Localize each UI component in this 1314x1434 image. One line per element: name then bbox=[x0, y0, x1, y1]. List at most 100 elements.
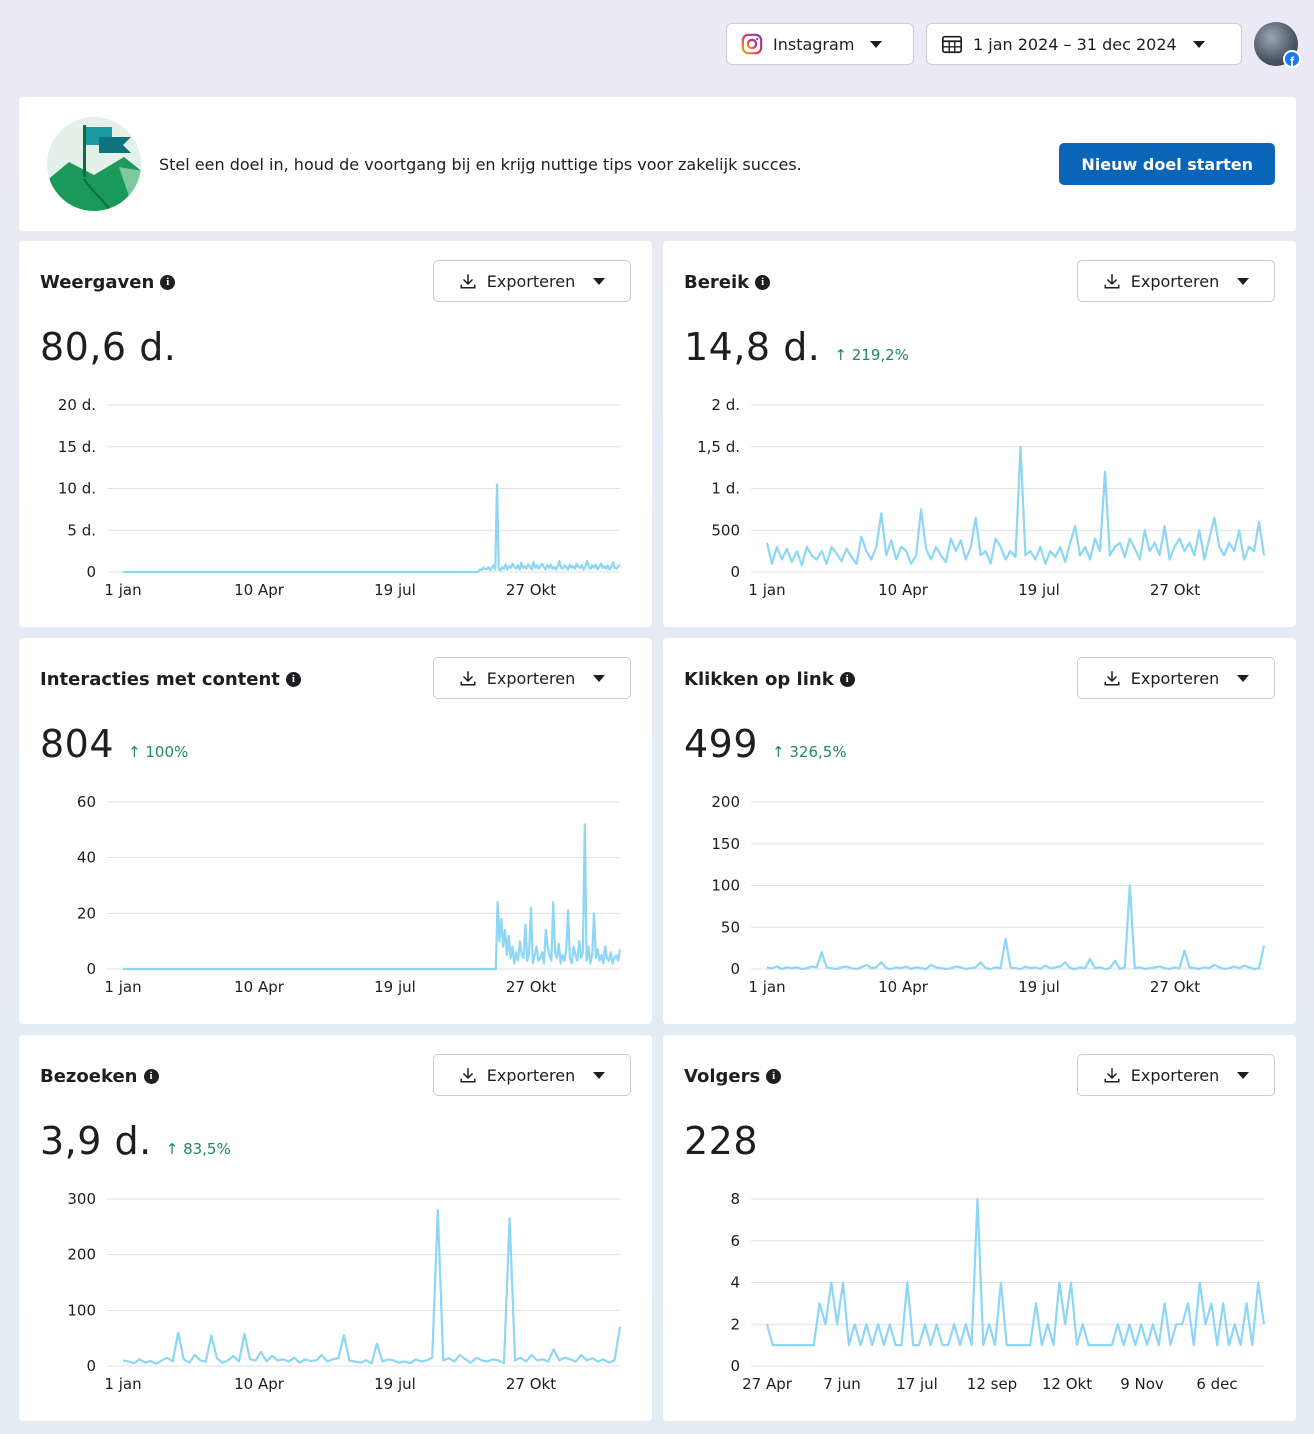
delta-value: 83,5% bbox=[183, 1140, 231, 1158]
y-tick-label: 50 bbox=[721, 918, 740, 936]
line-chart: 0 500 1 d. 1,5 d. 2 d. 1 jan 10 Apr 19 jul 27 Ok… bbox=[697, 396, 1266, 599]
metric: 228 ↑ bbox=[684, 1119, 758, 1163]
metric-value: 804 bbox=[40, 722, 115, 766]
export-button[interactable]: Exporteren bbox=[1077, 1054, 1275, 1096]
series-line bbox=[123, 823, 622, 971]
x-tick-label: 19 jul bbox=[374, 581, 416, 599]
date-range-picker[interactable]: 1 jan 2024 – 31 dec 2024 bbox=[926, 23, 1242, 65]
export-button[interactable]: Exporteren bbox=[433, 260, 631, 302]
goal-banner: Stel een doel in, houd de voortgang bij … bbox=[19, 97, 1296, 231]
metric-value: 499 bbox=[684, 722, 759, 766]
card-title: Bereik i bbox=[684, 272, 771, 293]
x-tick-label: 9 Nov bbox=[1120, 1375, 1164, 1393]
goal-flag-illustration bbox=[39, 117, 149, 211]
info-icon[interactable]: i bbox=[766, 1069, 782, 1084]
export-button[interactable]: Exporteren bbox=[433, 1054, 631, 1096]
x-tick-label: 10 Apr bbox=[878, 978, 929, 996]
chevron-down-icon bbox=[1237, 674, 1250, 682]
chevron-down-icon bbox=[593, 1071, 606, 1079]
x-tick-label: 1 jan bbox=[104, 978, 141, 996]
card-title: Interacties met content i bbox=[40, 669, 301, 690]
x-tick-label: 19 jul bbox=[1018, 581, 1060, 599]
card-title-label: Bereik bbox=[684, 272, 750, 293]
y-tick-label: 300 bbox=[67, 1190, 96, 1208]
series-line bbox=[765, 1197, 1266, 1347]
download-icon bbox=[1104, 274, 1120, 289]
card-title-label: Weergaven bbox=[40, 272, 155, 293]
y-tick-label: 150 bbox=[711, 835, 740, 853]
x-tick-label: 10 Apr bbox=[234, 978, 285, 996]
export-label: Exporteren bbox=[1130, 271, 1220, 291]
y-tick-label: 2 d. bbox=[711, 396, 740, 414]
card-title: Klikken op link i bbox=[684, 669, 855, 690]
export-button[interactable]: Exporteren bbox=[433, 657, 631, 699]
y-tick-label: 20 d. bbox=[58, 396, 96, 414]
card-interacties: Interacties met content i Exporteren 804… bbox=[19, 638, 652, 1024]
metric-value: 80,6 d. bbox=[40, 325, 177, 369]
card-klikken: Klikken op link i Exporteren 499 ↑ 326,5… bbox=[663, 638, 1296, 1024]
line-chart: 0 100 200 300 1 jan 10 Apr 19 jul 27 Okt bbox=[67, 1190, 622, 1393]
export-button[interactable]: Exporteren bbox=[1077, 657, 1275, 699]
x-tick-label: 27 Okt bbox=[506, 1375, 556, 1393]
card-title: Volgers i bbox=[684, 1066, 782, 1087]
x-tick-label: 1 jan bbox=[748, 978, 785, 996]
metric-value: 228 bbox=[684, 1119, 759, 1163]
y-tick-label: 100 bbox=[67, 1301, 96, 1319]
chevron-down-icon bbox=[593, 277, 606, 285]
card-bezoeken: Bezoeken i Exporteren 3,9 d. ↑ 83,5% 0 10… bbox=[19, 1035, 652, 1421]
download-icon bbox=[1104, 1068, 1120, 1083]
download-icon bbox=[460, 274, 476, 289]
card-title-label: Klikken op link bbox=[684, 669, 834, 690]
x-tick-label: 7 jun bbox=[823, 1375, 861, 1393]
calendar-icon bbox=[942, 35, 962, 54]
x-tick-label: 12 Okt bbox=[1042, 1375, 1092, 1393]
chevron-down-icon bbox=[1192, 40, 1205, 48]
y-tick-label: 0 bbox=[730, 1357, 740, 1375]
metric: 499 ↑ 326,5% bbox=[684, 722, 847, 766]
metric-delta: ↑ 219,2% bbox=[834, 346, 909, 364]
export-label: Exporteren bbox=[486, 668, 576, 688]
x-tick-label: 12 sep bbox=[967, 1375, 1017, 1393]
y-tick-label: 1 d. bbox=[711, 480, 740, 498]
y-tick-label: 10 d. bbox=[58, 480, 96, 498]
x-tick-label: 6 dec bbox=[1196, 1375, 1237, 1393]
new-goal-button[interactable]: Nieuw doel starten bbox=[1059, 143, 1275, 185]
y-tick-label: 0 bbox=[730, 563, 740, 581]
x-tick-label: 17 jul bbox=[896, 1375, 938, 1393]
chevron-down-icon bbox=[870, 40, 883, 48]
x-tick-label: 19 jul bbox=[374, 1375, 416, 1393]
info-icon[interactable]: i bbox=[143, 1069, 159, 1084]
x-tick-label: 1 jan bbox=[748, 581, 785, 599]
avatar[interactable]: f bbox=[1254, 22, 1301, 69]
card-weergaven: Weergaven i Exporteren 80,6 d. ↑ 0 5 d. 10… bbox=[19, 241, 652, 627]
export-button[interactable]: Exporteren bbox=[1077, 260, 1275, 302]
download-icon bbox=[460, 1068, 476, 1083]
x-tick-label: 27 Okt bbox=[506, 581, 556, 599]
y-tick-label: 0 bbox=[730, 960, 740, 978]
y-tick-label: 0 bbox=[86, 1357, 96, 1375]
info-icon[interactable]: i bbox=[160, 275, 176, 290]
x-tick-label: 27 Okt bbox=[1150, 978, 1200, 996]
info-icon[interactable]: i bbox=[285, 672, 301, 687]
y-tick-label: 15 d. bbox=[58, 438, 96, 456]
line-chart: 0 5 d. 10 d. 15 d. 20 d. 1 jan 10 Apr 19 jul 27 … bbox=[58, 396, 621, 599]
card-bereik: Bereik i Exporteren 14,8 d. ↑ 219,2% 0 50… bbox=[663, 241, 1296, 627]
chevron-down-icon bbox=[1237, 1071, 1250, 1079]
y-tick-label: 5 d. bbox=[67, 521, 96, 539]
info-icon[interactable]: i bbox=[839, 672, 855, 687]
info-icon[interactable]: i bbox=[755, 275, 771, 290]
x-tick-label: 10 Apr bbox=[234, 1375, 285, 1393]
delta-value: 100% bbox=[145, 743, 189, 761]
export-label: Exporteren bbox=[1130, 668, 1220, 688]
delta-value: 219,2% bbox=[851, 346, 909, 364]
card-title-label: Interacties met content bbox=[40, 669, 280, 690]
export-label: Exporteren bbox=[486, 271, 576, 291]
y-tick-label: 4 bbox=[730, 1274, 740, 1292]
x-tick-label: 19 jul bbox=[1018, 978, 1060, 996]
x-tick-label: 27 Apr bbox=[742, 1375, 793, 1393]
platform-dropdown[interactable]: Instagram bbox=[726, 23, 914, 65]
download-icon bbox=[460, 671, 476, 686]
metric: 3,9 d. ↑ 83,5% bbox=[40, 1119, 231, 1163]
card-title-label: Volgers bbox=[684, 1066, 761, 1087]
y-tick-label: 1,5 d. bbox=[697, 438, 740, 456]
